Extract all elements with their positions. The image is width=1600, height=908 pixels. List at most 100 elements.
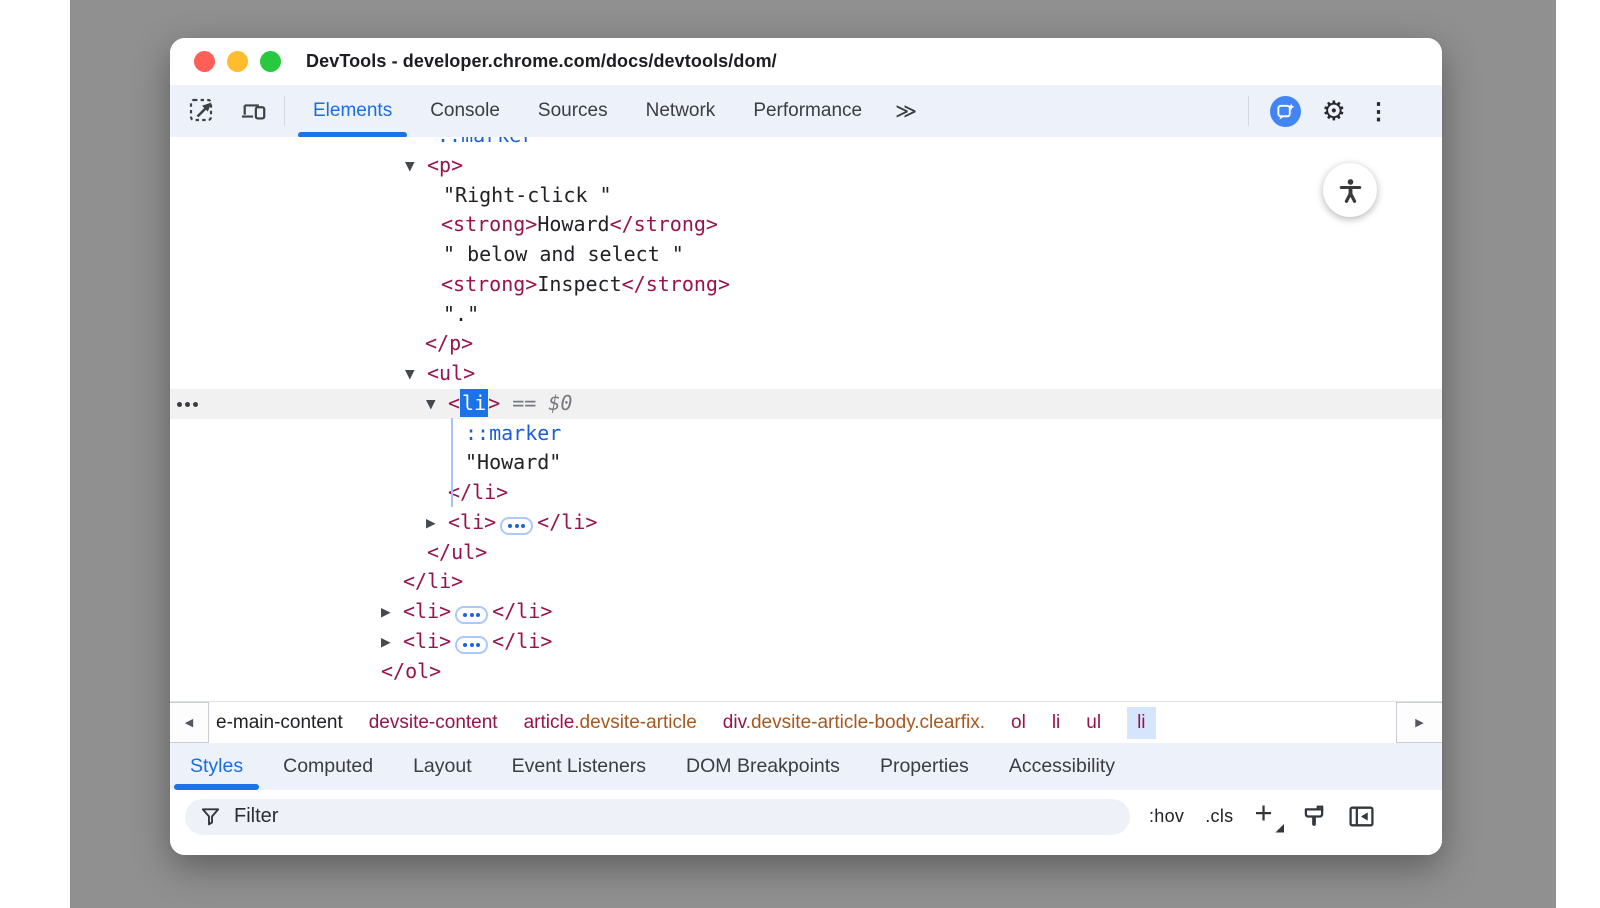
collapse-arrow-icon[interactable]: ▼: [405, 151, 427, 181]
breadcrumb-scroll-right-button[interactable]: ▶: [1396, 702, 1442, 743]
toggle-element-classes-cls[interactable]: .cls: [1205, 806, 1233, 827]
window-titlebar: DevTools - developer.chrome.com/docs/dev…: [170, 38, 1442, 85]
tab-network[interactable]: Network: [627, 85, 735, 137]
tree-segment-tag: <: [448, 391, 460, 415]
new-style-rule-icon[interactable]: +: [1254, 802, 1280, 832]
filter-input[interactable]: Filter: [185, 799, 1130, 835]
breadcrumb-scroll-left-button[interactable]: ◀: [170, 702, 209, 743]
dom-tree-row-selected[interactable]: ▼<li> == $0: [170, 389, 1442, 419]
tab-performance[interactable]: Performance: [734, 85, 881, 137]
dom-tree-row[interactable]: ▶<li></li>: [170, 597, 1442, 627]
tree-segment-text: "Right-click ": [443, 183, 612, 207]
collapsed-children-ellipsis-button[interactable]: [500, 517, 533, 535]
sidebar-tab-dom-breakpoints[interactable]: DOM Breakpoints: [666, 743, 860, 790]
sidebar-tab-computed[interactable]: Computed: [263, 743, 393, 790]
dom-tree-row[interactable]: ▼<p>: [170, 151, 1442, 181]
dom-tree-row[interactable]: ::marker: [170, 137, 1442, 151]
inspect-element-icon[interactable]: [189, 98, 215, 124]
breadcrumb-item-ol[interactable]: ol: [1011, 712, 1026, 734]
dom-tree-row[interactable]: ▶<li></li>: [170, 627, 1442, 657]
breadcrumb-item-selected-li[interactable]: li: [1127, 707, 1155, 739]
tree-segment-text: " below and select ": [443, 242, 684, 266]
settings-icon[interactable]: ⚙: [1322, 98, 1346, 125]
dom-tree-row[interactable]: ▶<li></li>: [170, 508, 1442, 538]
expand-arrow-icon[interactable]: ▶: [381, 597, 403, 627]
breadcrumb-part: .devsite-article: [574, 712, 697, 733]
breadcrumb-item-devsite-content[interactable]: devsite-content: [369, 712, 498, 734]
tree-segment-text: "Howard": [465, 450, 561, 474]
dom-tree-row[interactable]: </li>: [170, 567, 1442, 597]
sidebar-tab-properties[interactable]: Properties: [860, 743, 989, 790]
tree-segment-tag: <ul>: [427, 361, 475, 385]
breadcrumb-item-li[interactable]: li: [1052, 712, 1060, 734]
dom-tree-row[interactable]: " below and select ": [170, 240, 1442, 270]
tree-segment-text: ".": [443, 302, 479, 326]
toggle-element-state-hov[interactable]: :hov: [1149, 806, 1184, 827]
rendering-brush-icon[interactable]: [1301, 804, 1327, 830]
more-tabs-button[interactable]: ≫: [895, 101, 917, 122]
zoom-window-button[interactable]: [260, 51, 281, 72]
sidebar-tab-label: Event Listeners: [512, 755, 646, 778]
sidebar-tab-event-listeners[interactable]: Event Listeners: [492, 743, 666, 790]
tree-segment-tag: </li>: [537, 510, 597, 534]
tab-sources[interactable]: Sources: [519, 85, 627, 137]
tab-label: Elements: [313, 100, 392, 122]
tree-segment-text: Inspect: [537, 272, 621, 296]
tab-console[interactable]: Console: [411, 85, 519, 137]
dom-tree-row[interactable]: </ul>: [170, 538, 1442, 568]
minimize-window-button[interactable]: [227, 51, 248, 72]
expand-arrow-icon[interactable]: ▶: [381, 627, 403, 657]
breadcrumb-item-ul[interactable]: ul: [1086, 712, 1101, 734]
devtools-toolbar: Elements Console Sources Network Performance…: [170, 85, 1442, 137]
sidebar-tab-styles[interactable]: Styles: [170, 743, 263, 790]
toolbar-right-group: ⚙ ⋮: [1248, 96, 1442, 127]
toolbar-divider: [284, 96, 285, 126]
tab-label: Console: [430, 100, 500, 122]
more-options-icon[interactable]: ⋮: [1367, 100, 1390, 123]
tree-segment-tag: </li>: [403, 569, 463, 593]
tab-elements[interactable]: Elements: [294, 85, 411, 137]
collapse-arrow-icon[interactable]: ▼: [426, 389, 448, 419]
dom-tree-row[interactable]: </p>: [170, 329, 1442, 359]
expand-arrow-icon[interactable]: ▶: [426, 508, 448, 538]
row-more-actions-dots[interactable]: [177, 402, 198, 407]
collapsed-children-ellipsis-button[interactable]: [455, 636, 488, 654]
dom-tree-row[interactable]: </li>: [170, 478, 1442, 508]
sidebar-tab-layout[interactable]: Layout: [393, 743, 492, 790]
dom-tree-row[interactable]: <strong>Howard</strong>: [170, 210, 1442, 240]
dom-tree-row[interactable]: ▼<ul>: [170, 359, 1442, 389]
breadcrumb-list: e-main-content devsite-content article.dev…: [209, 702, 1168, 743]
sidebar-pane-tabs: StylesComputedLayout Event Listeners DOM B…: [170, 743, 1442, 790]
tree-segment-tag: <strong>: [441, 272, 537, 296]
breadcrumb-part: ol: [1011, 712, 1026, 733]
dom-tree-row[interactable]: <strong>Inspect</strong>: [170, 270, 1442, 300]
breadcrumb-item-article[interactable]: article.devsite-article: [524, 712, 697, 734]
close-window-button[interactable]: [194, 51, 215, 72]
breadcrumb-bar: ◀ e-main-content devsite-content article.d…: [170, 701, 1442, 743]
dom-tree-row[interactable]: "Howard": [170, 448, 1442, 478]
ai-assistant-icon[interactable]: [1270, 96, 1301, 127]
dom-tree-row[interactable]: ".": [170, 300, 1442, 330]
tree-segment-tag: <p>: [427, 153, 463, 177]
breadcrumb-item-div[interactable]: div.devsite-article-body.clearfix.: [723, 712, 985, 734]
sidebar-tab-accessibility[interactable]: Accessibility: [989, 743, 1135, 790]
toggle-sidebar-icon[interactable]: [1348, 804, 1375, 829]
toggle-device-toolbar-icon[interactable]: [241, 98, 267, 124]
tree-segment-hl: li: [460, 389, 488, 417]
collapse-arrow-icon[interactable]: ▼: [405, 359, 427, 389]
accessibility-widget-button[interactable]: [1323, 163, 1377, 217]
dom-tree-row[interactable]: ::marker: [170, 419, 1442, 449]
breadcrumb-part: li: [1137, 712, 1145, 733]
tree-segment-tag: <li>: [403, 599, 451, 623]
collapsed-children-ellipsis-button[interactable]: [455, 606, 488, 624]
dom-tree-row[interactable]: </ol>: [170, 657, 1442, 687]
tree-segment-text: Howard: [537, 212, 609, 236]
breadcrumb-item-e-main-content[interactable]: e-main-content: [216, 712, 343, 734]
filter-bar-right-group: :hov .cls +: [1149, 802, 1375, 832]
right-triangle-icon: ▶: [1415, 716, 1423, 729]
tab-label: Network: [646, 100, 716, 122]
tab-label: Performance: [753, 100, 862, 122]
tree-segment-tag: </li>: [448, 480, 508, 504]
dom-tree-row[interactable]: "Right-click ": [170, 181, 1442, 211]
tab-label: Sources: [538, 100, 608, 122]
